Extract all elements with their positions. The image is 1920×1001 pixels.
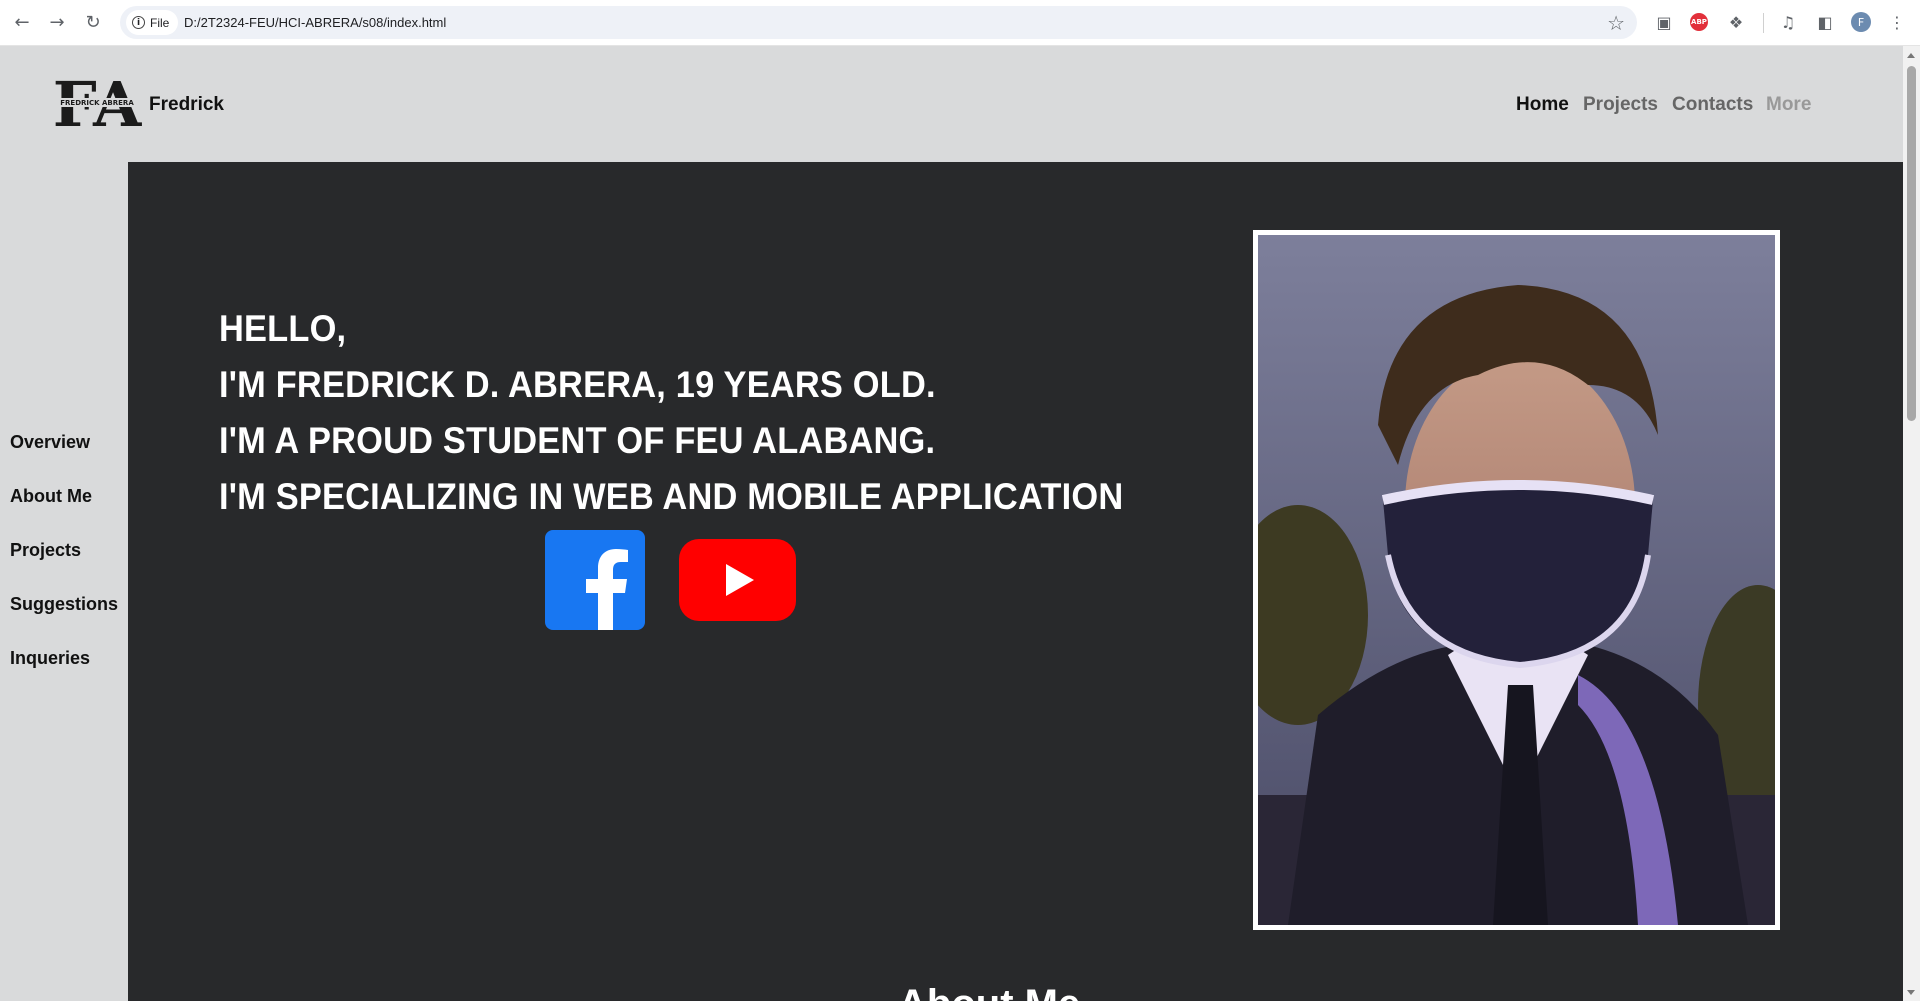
logo-subtext: FREDRICK ABRERA (60, 99, 134, 107)
file-chip-label: File (150, 15, 170, 30)
sidebar-item-about-me[interactable]: About Me (10, 486, 92, 507)
hero-intro-line: I'M FREDRICK D. ABRERA, 19 YEARS OLD. (219, 364, 936, 405)
site-info-chip[interactable]: i File (126, 10, 179, 35)
side-panel-icon[interactable]: ◧ (1815, 12, 1835, 32)
nav-home[interactable]: Home (1516, 94, 1569, 116)
sidebar-item-overview[interactable]: Overview (10, 432, 90, 453)
forward-icon[interactable]: → (46, 11, 68, 33)
extensions-puzzle-icon[interactable]: ❖ (1726, 12, 1746, 32)
browser-toolbar: ← → ↻ i File D:/2T2324-FEU/HCI-ABRERA/s0… (0, 0, 1920, 46)
back-icon[interactable]: ← (11, 11, 33, 33)
hero-specialty-line: I'M SPECIALIZING IN WEB AND MOBILE APPLI… (219, 476, 1124, 517)
facebook-icon[interactable] (545, 530, 645, 630)
nav-projects[interactable]: Projects (1583, 94, 1658, 116)
scroll-up-arrow-icon[interactable] (1907, 53, 1915, 58)
profile-avatar[interactable]: F (1851, 12, 1871, 32)
brand-name[interactable]: Fredrick (149, 94, 224, 116)
bookmark-star-icon[interactable]: ☆ (1607, 11, 1625, 35)
profile-photo (1253, 230, 1780, 930)
scroll-down-arrow-icon[interactable] (1907, 990, 1915, 995)
sidebar-item-projects[interactable]: Projects (10, 540, 81, 561)
page-scrollbar[interactable] (1903, 46, 1920, 1001)
info-icon: i (132, 16, 145, 29)
sidebar-item-suggestions[interactable]: Suggestions (10, 594, 118, 615)
browser-menu-icon[interactable]: ⋮ (1887, 12, 1907, 32)
extension-screenshot-icon[interactable]: ▣ (1654, 12, 1674, 32)
sidebar-item-inqueries[interactable]: Inqueries (10, 648, 90, 669)
about-me-heading-partial: About Me (898, 982, 1098, 1001)
youtube-icon[interactable] (679, 539, 796, 621)
toolbar-divider (1763, 13, 1764, 33)
url-text[interactable]: D:/2T2324-FEU/HCI-ABRERA/s08/index.html (184, 15, 446, 30)
nav-contacts[interactable]: Contacts (1672, 94, 1753, 116)
scroll-thumb[interactable] (1907, 66, 1916, 421)
media-control-icon[interactable]: ♫ (1778, 12, 1798, 32)
hero-greeting: HELLO, (219, 308, 347, 349)
adblock-plus-icon[interactable]: ABP (1690, 13, 1708, 31)
about-me-heading-text: About Me (898, 982, 1080, 1001)
hero-school-line: I'M A PROUD STUDENT OF FEU ALABANG. (219, 420, 936, 461)
hero-section: HELLO, I'M FREDRICK D. ABRERA, 19 YEARS … (128, 162, 1903, 1001)
address-bar[interactable]: i File D:/2T2324-FEU/HCI-ABRERA/s08/inde… (120, 6, 1637, 39)
reload-icon[interactable]: ↻ (82, 11, 104, 33)
nav-more[interactable]: More (1766, 94, 1811, 116)
site-logo[interactable]: FA FREDRICK ABRERA (52, 74, 142, 132)
